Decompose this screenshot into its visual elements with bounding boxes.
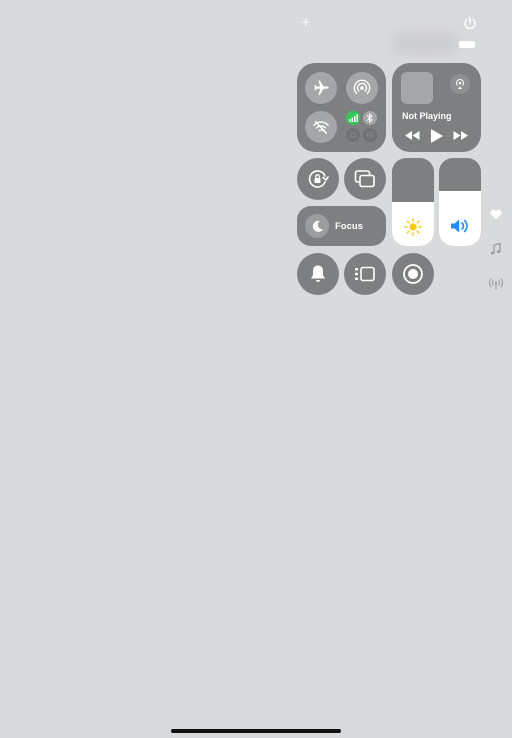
power-icon[interactable] — [463, 16, 477, 30]
airplane-mode-button[interactable] — [305, 72, 337, 104]
cellular-icon — [348, 114, 358, 122]
play-button[interactable] — [431, 129, 443, 143]
brightness-icon — [404, 218, 422, 236]
battery-icon — [459, 41, 475, 48]
screen-mirroring-button[interactable] — [344, 158, 386, 200]
favorites-page-heart-icon[interactable] — [490, 209, 502, 220]
airdrop-button[interactable] — [346, 72, 378, 104]
record-icon — [403, 264, 423, 284]
bluetooth-icon — [366, 113, 373, 123]
wifi-off-icon — [313, 120, 329, 135]
stage-manager-icon — [355, 266, 375, 282]
rewind-icon — [405, 131, 420, 140]
cellular-button[interactable] — [346, 111, 360, 125]
fast-forward-button[interactable] — [453, 131, 468, 140]
focus-button[interactable]: Focus — [297, 206, 386, 246]
moon-icon — [312, 220, 323, 232]
connectivity-page-antenna-icon[interactable] — [489, 278, 503, 290]
brightness-slider[interactable] — [392, 158, 434, 246]
airdrop-icon — [353, 79, 371, 95]
bluetooth-button[interactable] — [363, 111, 377, 125]
album-art-placeholder — [401, 72, 433, 104]
music-page-note-icon[interactable] — [490, 243, 501, 255]
vpn-button[interactable] — [363, 128, 377, 142]
airplay-audio-icon — [456, 79, 464, 89]
globe-icon — [366, 131, 374, 139]
screen-mirroring-icon — [354, 170, 375, 188]
airplane-icon — [314, 80, 329, 95]
orientation-lock-button[interactable] — [297, 158, 339, 200]
volume-slider[interactable] — [439, 158, 481, 246]
wifi-button[interactable] — [305, 111, 337, 143]
rotation-lock-icon — [308, 170, 329, 188]
speaker-icon — [450, 218, 470, 234]
home-indicator[interactable] — [171, 729, 341, 733]
now-playing-label: Not Playing — [402, 111, 452, 121]
hotspot-button[interactable] — [346, 128, 360, 142]
play-icon — [431, 129, 443, 143]
status-bar-blur — [392, 32, 458, 54]
add-control-button[interactable]: + — [299, 15, 313, 31]
link-icon — [350, 132, 356, 138]
fast-forward-icon — [453, 131, 468, 140]
bell-icon — [311, 265, 325, 282]
airplay-button[interactable] — [450, 74, 470, 94]
focus-moon-circle — [305, 214, 329, 238]
rewind-button[interactable] — [405, 131, 420, 140]
silent-mode-button[interactable] — [297, 253, 339, 295]
focus-label: Focus — [335, 221, 363, 232]
screen-recording-button[interactable] — [392, 253, 434, 295]
stage-manager-button[interactable] — [344, 253, 386, 295]
